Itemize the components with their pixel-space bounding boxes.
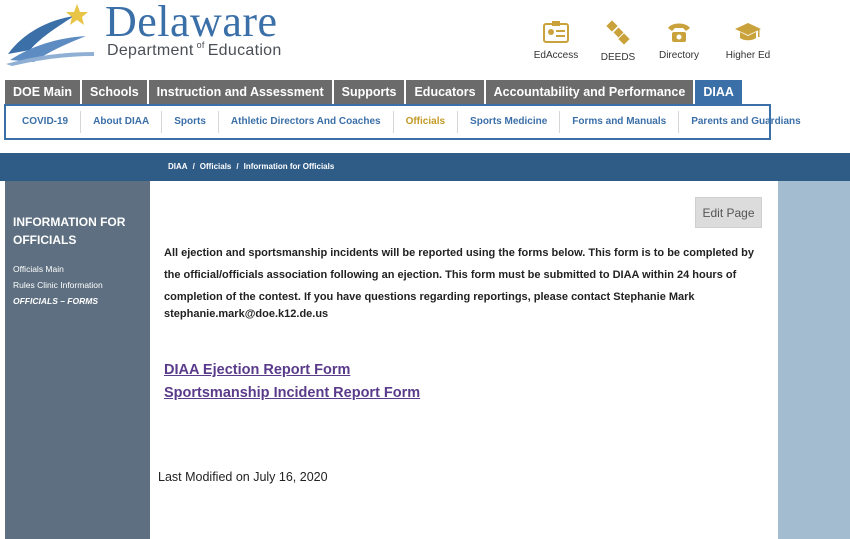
sub-nav-sports[interactable]: Sports [162,111,219,133]
sub-nav-sports-medicine[interactable]: Sports Medicine [458,111,561,133]
top-nav-supports[interactable]: Supports [333,80,405,104]
util-label-higher-ed: Higher Ed [725,50,771,61]
util-label-directory: Directory [658,50,699,61]
top-nav-instruction[interactable]: Instruction and Assessment [148,80,332,104]
logo-dept-suffix: Education [207,42,282,59]
top-nav-doe-main[interactable]: DOE Main [5,80,81,104]
logo-emblem-icon [6,4,94,66]
edit-page-button[interactable]: Edit Page [695,197,762,228]
delaware-doe-logo[interactable]: Delaware Department of Education [4,0,304,68]
top-nav-accountability[interactable]: Accountability and Performance [485,80,694,104]
sidebar-item-rules-clinic[interactable]: Rules Clinic Information [13,280,103,290]
sidebar: Information for Officials Officials Main… [5,181,150,539]
top-nav-schools[interactable]: Schools [82,80,147,104]
top-nav-diaa[interactable]: DIAA [695,80,742,104]
sidebar-title: Information for Officials [13,215,126,247]
last-modified: Last Modified on July 16, 2020 [158,470,328,484]
instructions-paragraph: All ejection and sportsmanship incidents… [164,247,755,303]
util-label-edaccess: EdAccess [533,50,579,61]
sportsmanship-incident-form-link[interactable]: Sportsmanship Incident Report Form [164,385,420,401]
logo-department-text: Department of Education [107,40,282,60]
breadcrumb-officials[interactable]: Officials [200,162,232,171]
header: Delaware Department of Education EdAccess … [0,0,850,80]
sub-nav-parents-guardians[interactable]: Parents and Guardians [679,111,812,133]
breadcrumb-current: Information for Officials [243,162,335,171]
util-link-edaccess[interactable]: EdAccess [533,20,579,61]
sub-nav-athletic-directors[interactable]: Athletic Directors And Coaches [219,111,394,133]
ejection-report-form-link[interactable]: DIAA Ejection Report Form [164,362,350,378]
sub-nav-forms-manuals[interactable]: Forms and Manuals [560,111,680,133]
contact-email[interactable]: stephanie.mark@doe.k12.de.us [164,308,328,320]
top-nav: DOE Main Schools Instruction and Assessm… [5,80,744,104]
logo-dept-prefix: Department [107,42,194,59]
right-gutter [778,181,850,539]
sub-nav-about-diaa[interactable]: About DIAA [81,111,163,133]
breadcrumb-separator: / [192,162,195,171]
breadcrumb: DIAA / Officials / Information for Officials [168,162,334,171]
util-link-directory[interactable]: Directory [655,20,703,61]
util-link-deeds[interactable]: DEEDS [598,20,638,63]
main-content: Edit Page All ejection and sportsmanship… [150,181,778,539]
sidebar-item-officials-main[interactable]: Officials Main [13,264,64,274]
sub-nav-covid[interactable]: COVID-19 [10,111,82,133]
phone-icon [668,23,690,42]
top-nav-educators[interactable]: Educators [406,80,484,104]
satellite-icon [606,20,630,45]
id-card-icon [543,21,569,43]
logo-dept-of: of [196,40,205,50]
breadcrumb-separator: / [236,162,239,171]
graduation-cap-icon [735,23,761,41]
breadcrumb-diaa[interactable]: DIAA [168,162,188,171]
sub-nav: COVID-19 About DIAA Sports Athletic Dire… [4,104,801,140]
sub-nav-officials[interactable]: Officials [394,111,459,133]
util-link-higher-ed[interactable]: Higher Ed [722,20,774,61]
util-label-deeds: DEEDS [600,52,636,63]
breadcrumb-bar: DIAA / Officials / Information for Officials [0,153,850,181]
page: Delaware Department of Education EdAccess … [0,0,850,539]
sidebar-item-officials-forms[interactable]: Officials – Forms [13,296,98,306]
